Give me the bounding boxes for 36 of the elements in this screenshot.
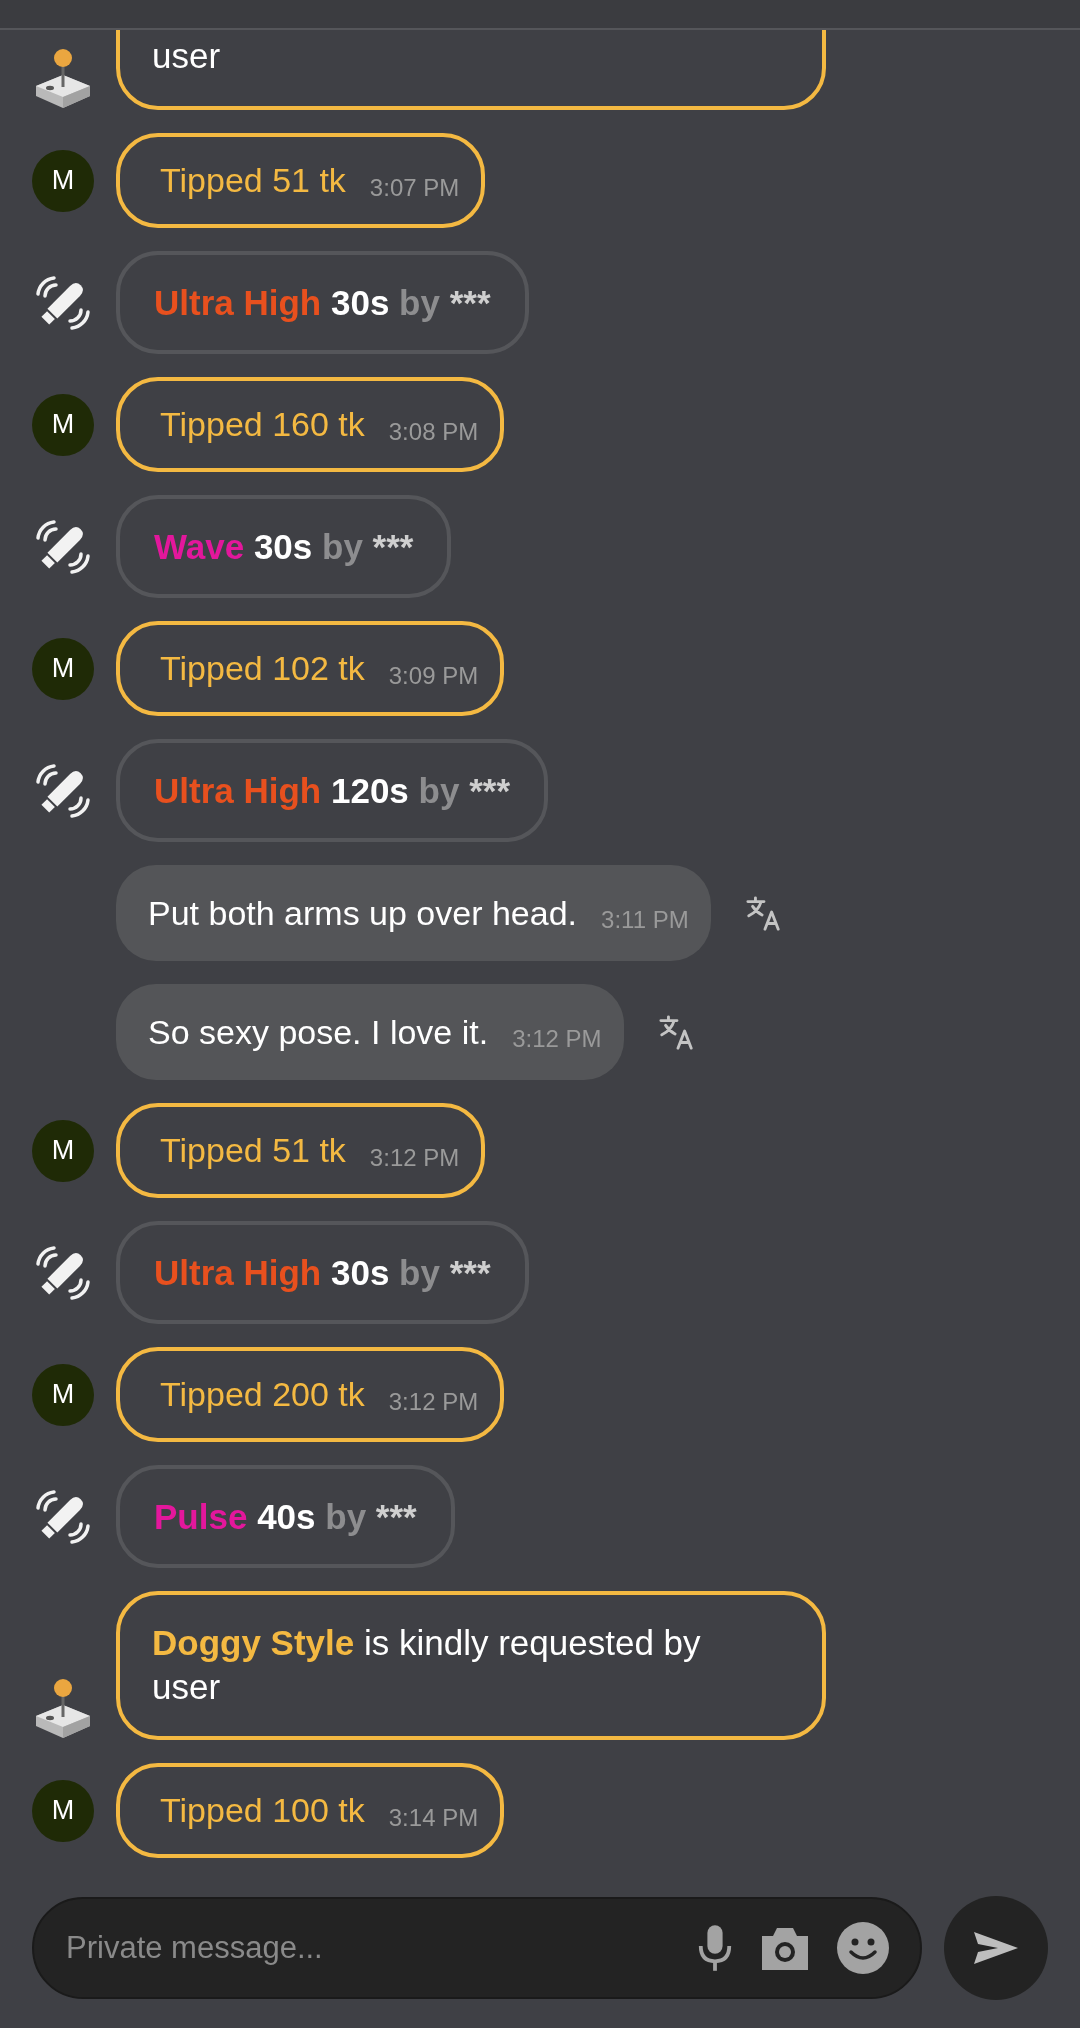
- request-text: user: [152, 35, 221, 77]
- avatar: M: [32, 1363, 94, 1426]
- message-text: Put both arms up over head.: [148, 893, 578, 933]
- toy-activity-text: Ultra High 30s by ***: [154, 282, 491, 323]
- timestamp: 3:14 PM: [388, 1803, 479, 1832]
- request-text: Doggy Style is kindly requested by user: [152, 1621, 702, 1708]
- toy-activity-text: Wave 30s by ***: [154, 526, 414, 567]
- message-text: So sexy pose. I love it.: [148, 1012, 489, 1052]
- timestamp: 3:11 PM: [601, 906, 689, 934]
- tip-text: Tipped 200 tk: [160, 1375, 365, 1414]
- emoji-icon[interactable]: [836, 1921, 890, 1975]
- tip-text: Tipped 160 tk: [160, 405, 365, 444]
- tip-text: Tipped 51 tk: [160, 161, 346, 200]
- timestamp: 3:09 PM: [388, 661, 479, 690]
- avatar: M: [32, 1779, 94, 1842]
- avatar: M: [32, 393, 94, 456]
- avatar: M: [32, 637, 94, 700]
- timestamp: 3:12 PM: [512, 1025, 602, 1053]
- tip-text: Tipped 100 tk: [160, 1791, 365, 1830]
- send-icon: [972, 1930, 1020, 1966]
- avatar: M: [32, 149, 94, 212]
- toy-activity-text: Ultra High 30s by ***: [154, 1252, 491, 1293]
- translate-icon[interactable]: [744, 894, 783, 932]
- toy-activity-text: Pulse 40s by ***: [154, 1496, 417, 1537]
- timestamp: 3:12 PM: [369, 1143, 460, 1172]
- timestamp: 3:07 PM: [369, 173, 460, 202]
- message-input[interactable]: Private message...: [64, 1929, 672, 1967]
- tip-text: Tipped 102 tk: [160, 649, 365, 688]
- translate-icon[interactable]: [657, 1013, 696, 1051]
- tip-text: Tipped 51 tk: [160, 1131, 346, 1170]
- timestamp: 3:12 PM: [388, 1387, 479, 1416]
- timestamp: 3:08 PM: [388, 417, 479, 446]
- avatar: M: [32, 1119, 94, 1182]
- message-field[interactable]: Private message...: [32, 1897, 922, 1999]
- toy-activity-text: Ultra High 120s by ***: [154, 770, 511, 811]
- microphone-icon[interactable]: [696, 1923, 734, 1973]
